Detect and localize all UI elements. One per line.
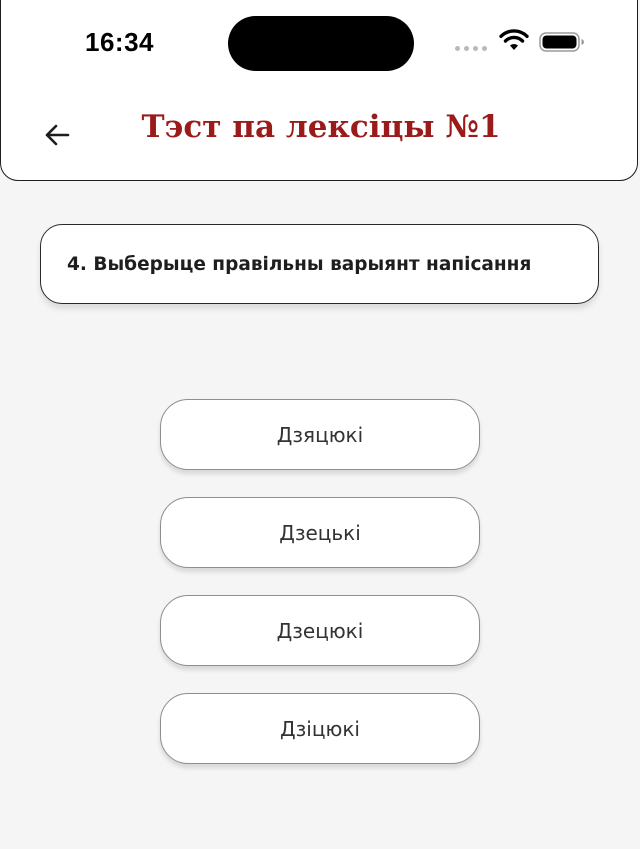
answer-option-4[interactable]: Дзіцюкі — [160, 693, 480, 764]
answer-option-1[interactable]: Дзяцюкі — [160, 399, 480, 470]
app-header: 16:34 Тэст па лексіцы №1 — [0, 0, 638, 181]
status-time: 16:34 — [85, 27, 154, 57]
question-card: 4. Выберыце правільны варыянт напісання — [40, 224, 599, 304]
answer-option-label: Дзецюкі — [276, 618, 364, 643]
answer-option-label: Дзецькі — [279, 520, 361, 545]
answer-option-label: Дзіцюкі — [280, 716, 360, 741]
answer-option-label: Дзяцюкі — [276, 422, 364, 447]
battery-icon — [539, 32, 584, 52]
answer-option-3[interactable]: Дзецюкі — [160, 595, 480, 666]
cellular-signal-icon — [455, 46, 487, 51]
page-title: Тэст па лексіцы №1 — [141, 109, 501, 145]
answer-option-2[interactable]: Дзецькі — [160, 497, 480, 568]
question-text: 4. Выберыце правільны варыянт напісання — [67, 253, 532, 275]
wifi-icon — [499, 29, 529, 50]
dynamic-island — [228, 16, 414, 71]
